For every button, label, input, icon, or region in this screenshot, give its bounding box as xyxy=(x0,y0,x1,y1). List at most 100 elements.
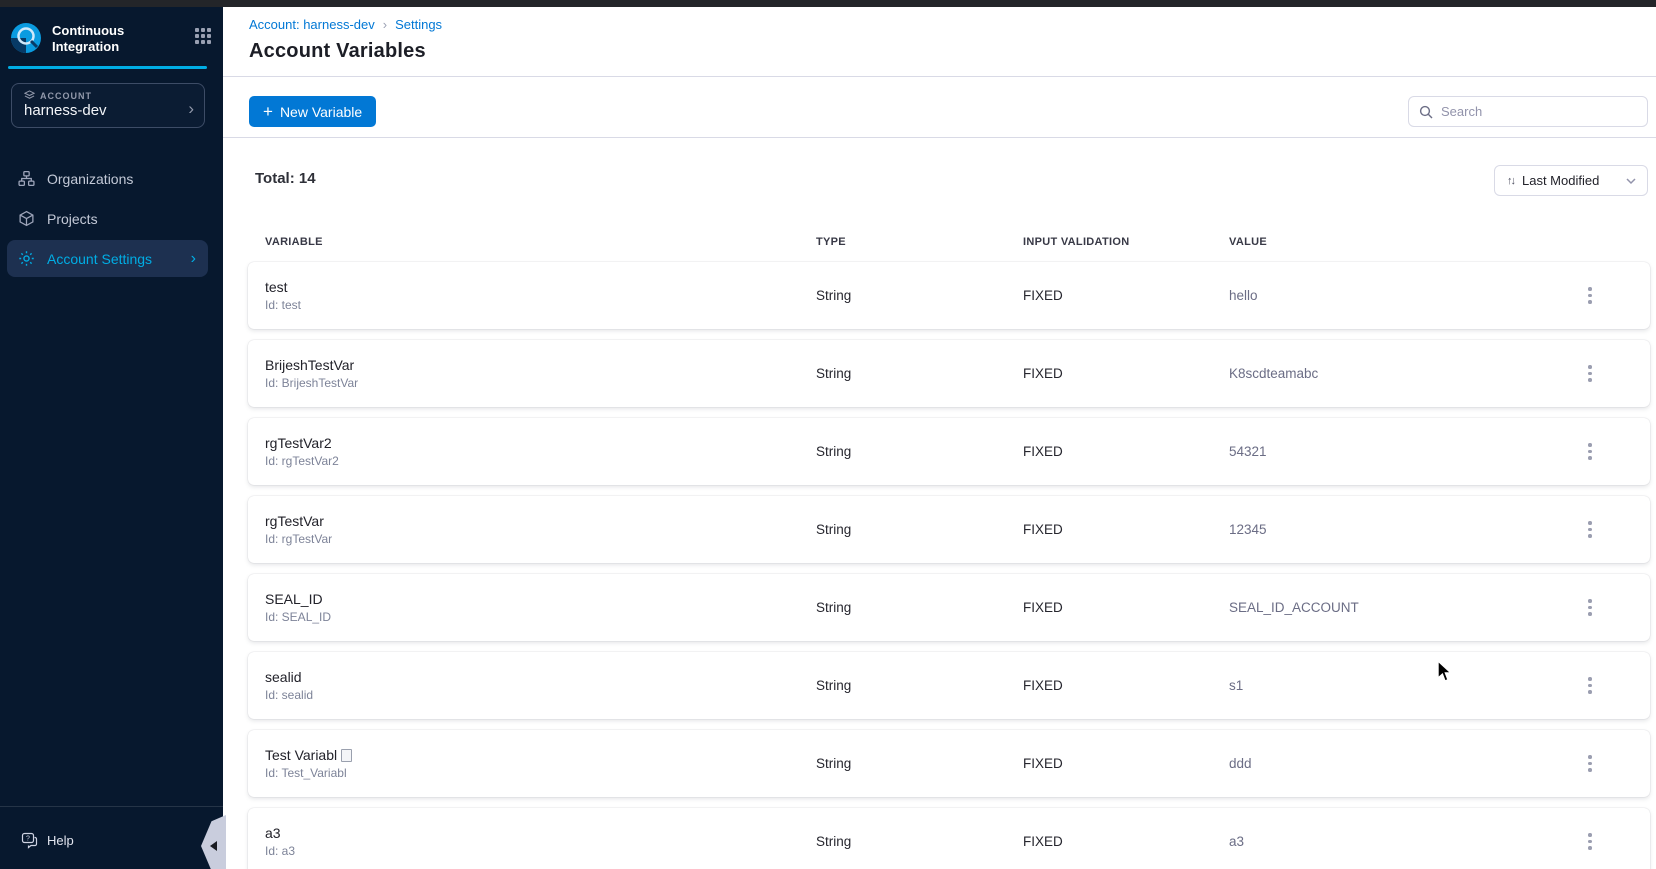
row-options-menu-icon[interactable] xyxy=(1582,515,1598,544)
variable-validation: FIXED xyxy=(1023,678,1063,693)
variable-value: SEAL_ID_ACCOUNT xyxy=(1229,600,1359,615)
variable-name: SEAL_ID xyxy=(265,591,323,607)
variable-type: String xyxy=(816,366,852,381)
variable-name-cell: rgTestVar2 Id: rgTestVar2 xyxy=(265,435,816,468)
variable-name-cell: sealid Id: sealid xyxy=(265,669,816,702)
sort-dropdown-value: Last Modified xyxy=(1522,173,1600,188)
variable-value: 54321 xyxy=(1229,444,1267,459)
variable-type: String xyxy=(816,522,852,537)
variable-validation: FIXED xyxy=(1023,522,1063,537)
row-options-menu-icon[interactable] xyxy=(1582,281,1598,310)
variable-type: String xyxy=(816,678,852,693)
variable-name: Test Variabl xyxy=(265,747,816,763)
chevron-right-icon: › xyxy=(190,249,196,267)
collapse-left-arrow-icon xyxy=(210,841,217,851)
row-options-menu-icon[interactable] xyxy=(1582,827,1598,856)
sidebar-item-account-settings[interactable]: Account Settings › xyxy=(7,240,208,277)
header-divider xyxy=(223,76,1656,77)
sort-arrows-icon: ↑↓ xyxy=(1507,174,1516,187)
row-options-menu-icon[interactable] xyxy=(1582,749,1598,778)
variable-id: Id: sealid xyxy=(265,688,314,702)
variable-validation: FIXED xyxy=(1023,444,1063,459)
table-row[interactable]: rgTestVar Id: rgTestVar String FIXED 123… xyxy=(248,496,1650,563)
main-content: Account: harness-dev › Settings Account … xyxy=(223,7,1656,869)
breadcrumb-settings-link[interactable]: Settings xyxy=(395,17,442,32)
sidebar-collapse-handle[interactable] xyxy=(201,815,226,869)
row-options-menu-icon[interactable] xyxy=(1582,437,1598,466)
variable-id: Id: a3 xyxy=(265,844,296,858)
chevron-right-icon: › xyxy=(188,99,194,118)
variable-type: String xyxy=(816,444,852,459)
column-header-value: VALUE xyxy=(1229,236,1267,248)
column-header-type: TYPE xyxy=(816,236,846,248)
sidebar-item-projects[interactable]: Projects xyxy=(0,200,223,237)
breadcrumb: Account: harness-dev › Settings xyxy=(249,17,442,32)
variable-validation: FIXED xyxy=(1023,366,1063,381)
row-options-menu-icon[interactable] xyxy=(1582,593,1598,622)
variable-name: rgTestVar xyxy=(265,513,324,529)
sidebar-nav: Organizations Projects Account Settings … xyxy=(0,157,223,280)
window-top-strip xyxy=(0,0,1656,7)
table-row[interactable]: test Id: test String FIXED hello xyxy=(248,262,1650,329)
variable-type: String xyxy=(816,288,852,303)
row-options-menu-icon[interactable] xyxy=(1582,359,1598,388)
page-title: Account Variables xyxy=(249,40,426,62)
variable-id: Id: test xyxy=(265,298,302,312)
table-row[interactable]: BrijeshTestVar Id: BrijeshTestVar String… xyxy=(248,340,1650,407)
table-row[interactable]: a3 Id: a3 String FIXED a3 xyxy=(248,808,1650,869)
table-row[interactable]: sealid Id: sealid String FIXED s1 xyxy=(248,652,1650,719)
variable-name-cell: BrijeshTestVar Id: BrijeshTestVar xyxy=(265,357,816,390)
harness-ci-logo-icon[interactable] xyxy=(10,22,42,54)
variable-value: 12345 xyxy=(1229,522,1267,537)
sidebar-item-label: Account Settings xyxy=(47,250,153,267)
chevron-down-icon xyxy=(1625,177,1637,185)
variable-name: rgTestVar2 xyxy=(265,435,332,451)
variable-id: Id: rgTestVar xyxy=(265,532,333,546)
sidebar-item-organizations[interactable]: Organizations xyxy=(0,160,223,197)
sidebar-footer-divider xyxy=(0,806,223,807)
variable-id: Id: rgTestVar2 xyxy=(265,454,339,468)
module-accent-underline xyxy=(8,66,207,69)
variable-id: Id: SEAL_ID xyxy=(265,610,332,624)
app-grid-icon[interactable] xyxy=(195,28,211,44)
variable-validation: FIXED xyxy=(1023,288,1063,303)
variable-name-cell: test Id: test xyxy=(265,279,816,312)
variable-name: BrijeshTestVar xyxy=(265,357,355,373)
variable-validation: FIXED xyxy=(1023,756,1063,771)
variable-value: K8scdteamabc xyxy=(1229,366,1319,381)
help-chat-icon: ? xyxy=(21,832,38,849)
account-selector[interactable]: ACCOUNT harness-dev › xyxy=(11,83,205,128)
new-variable-label: New Variable xyxy=(279,103,363,120)
variable-name: sealid xyxy=(265,669,302,685)
variable-name: test xyxy=(265,279,288,295)
table-row[interactable]: SEAL_ID Id: SEAL_ID String FIXED SEAL_ID… xyxy=(248,574,1650,641)
breadcrumb-separator-icon: › xyxy=(382,17,388,32)
search-input[interactable] xyxy=(1441,104,1637,119)
sort-dropdown[interactable]: ↑↓ Last Modified xyxy=(1494,165,1648,196)
column-header-variable: VARIABLE xyxy=(265,236,323,248)
missing-glyph-box xyxy=(341,748,353,762)
variable-validation: FIXED xyxy=(1023,834,1063,849)
account-label: ACCOUNT xyxy=(40,90,92,101)
org-chart-icon xyxy=(17,170,35,188)
sidebar: Continuous Integration ACCOUNT harness-d… xyxy=(0,7,226,869)
gear-icon xyxy=(17,250,35,268)
breadcrumb-account-link[interactable]: Account: harness-dev xyxy=(249,17,375,32)
plus-icon: + xyxy=(263,101,273,121)
product-title: Continuous Integration xyxy=(52,23,125,54)
sidebar-item-label: Organizations xyxy=(47,170,134,187)
search-icon xyxy=(1419,105,1433,119)
variable-value: ddd xyxy=(1229,756,1252,771)
variable-type: String xyxy=(816,756,852,771)
variable-value: hello xyxy=(1229,288,1258,303)
total-count: Total: 14 xyxy=(255,170,316,187)
variable-id: Id: BrijeshTestVar xyxy=(265,376,359,390)
table-row[interactable]: rgTestVar2 Id: rgTestVar2 String FIXED 5… xyxy=(248,418,1650,485)
new-variable-button[interactable]: + New Variable xyxy=(249,96,377,127)
table-row[interactable]: Test Variabl Id: Test_Variabl String FIX… xyxy=(248,730,1650,797)
variable-name-cell: a3 Id: a3 xyxy=(265,825,816,858)
row-options-menu-icon[interactable] xyxy=(1582,671,1598,700)
help-button[interactable]: ? Help xyxy=(21,832,74,849)
sidebar-header: Continuous Integration xyxy=(0,7,223,67)
variable-name-cell: SEAL_ID Id: SEAL_ID xyxy=(265,591,816,624)
